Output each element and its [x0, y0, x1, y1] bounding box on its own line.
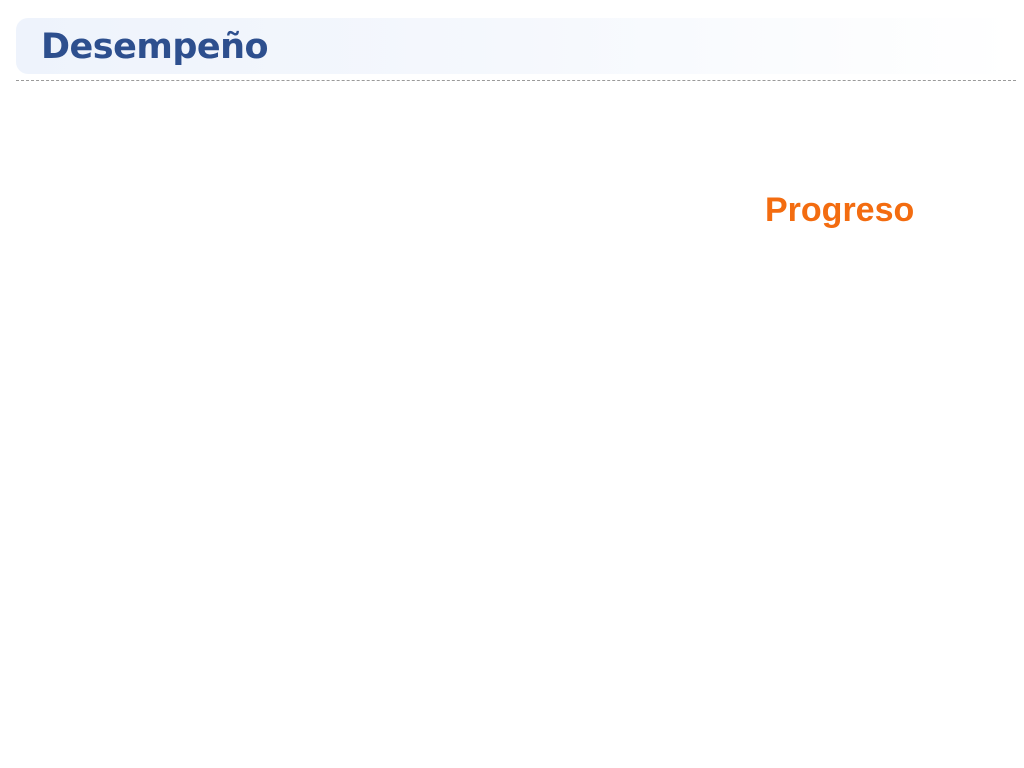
page: Desempeño Progreso — [0, 0, 1024, 768]
header-divider — [16, 80, 1016, 81]
page-title: Desempeño — [41, 27, 269, 67]
progress-label: Progreso — [765, 191, 915, 229]
